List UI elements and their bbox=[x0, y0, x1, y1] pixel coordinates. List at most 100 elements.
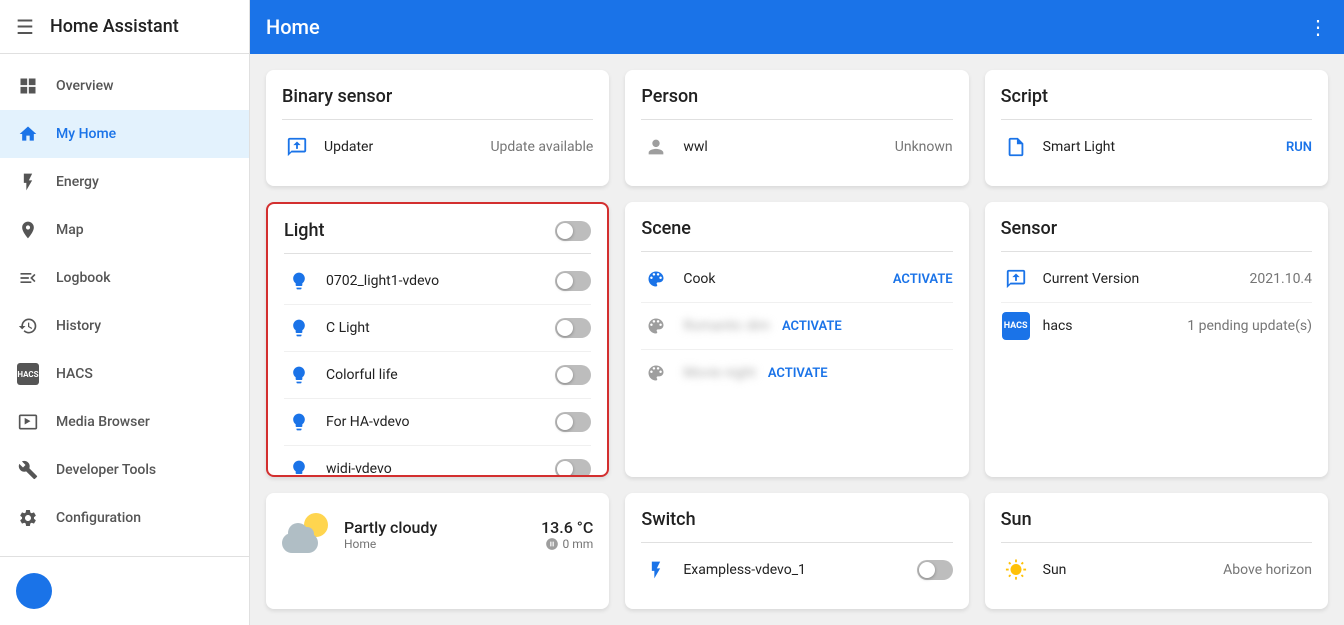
media-icon bbox=[16, 410, 40, 434]
cloud-body bbox=[282, 533, 318, 553]
light-bulb-icon-1 bbox=[284, 313, 314, 343]
user-avatar[interactable] bbox=[16, 573, 52, 609]
scene-activate-1[interactable]: ACTIVATE bbox=[782, 319, 842, 334]
light-item-0702[interactable]: 0702_light1-vdevo bbox=[284, 258, 591, 305]
scene-cook-row[interactable]: Cook ACTIVATE bbox=[641, 256, 952, 303]
scene-cook-label: Cook bbox=[683, 271, 881, 287]
script-card: Script Smart Light RUN bbox=[985, 70, 1328, 186]
sidebar-item-logbook[interactable]: Logbook bbox=[0, 254, 249, 302]
light-title: Light bbox=[284, 220, 325, 241]
switch-card: Switch Exampless-vdevo_1 bbox=[625, 493, 968, 609]
switch-bolt-icon bbox=[641, 555, 671, 585]
light-0702-toggle[interactable] bbox=[555, 271, 591, 291]
energy-label: Energy bbox=[56, 174, 233, 190]
scene-cook-activate[interactable]: ACTIVATE bbox=[893, 272, 953, 287]
config-icon bbox=[16, 506, 40, 530]
sun-title: Sun bbox=[1001, 509, 1312, 530]
config-label: Configuration bbox=[56, 510, 233, 526]
light-forhavdevo-toggle[interactable] bbox=[555, 412, 591, 432]
light-card: Light 0702_light1-vdevo bbox=[266, 202, 609, 477]
topbar: Home ⋮ bbox=[250, 0, 1344, 54]
light-item-colorful[interactable]: Colorful life bbox=[284, 352, 591, 399]
sidebar-item-myhome[interactable]: My Home bbox=[0, 110, 249, 158]
binary-sensor-card: Binary sensor Updater Update available bbox=[266, 70, 609, 186]
scene-title: Scene bbox=[641, 218, 952, 239]
person-wwl-value: Unknown bbox=[895, 139, 953, 155]
sidebar-item-energy[interactable]: Energy bbox=[0, 158, 249, 206]
sidebar-item-history[interactable]: History bbox=[0, 302, 249, 350]
light-forhavdevo-label: For HA-vdevo bbox=[326, 414, 543, 430]
light-bulb-icon-3 bbox=[284, 407, 314, 437]
sun-label: Sun bbox=[1043, 562, 1211, 578]
hacs-nav-icon: HACS bbox=[16, 362, 40, 386]
scene-row-1[interactable]: Romantic dim ACTIVATE bbox=[641, 303, 952, 350]
sensor-hacs-value: 1 pending update(s) bbox=[1187, 318, 1312, 334]
scene-label-1: Romantic dim bbox=[683, 318, 770, 334]
script-icon bbox=[1001, 132, 1031, 162]
topbar-menu-icon[interactable]: ⋮ bbox=[1308, 15, 1328, 39]
scene-activate-2[interactable]: ACTIVATE bbox=[768, 366, 828, 381]
updater-label: Updater bbox=[324, 139, 478, 155]
map-icon bbox=[16, 218, 40, 242]
sidebar-item-media-browser[interactable]: Media Browser bbox=[0, 398, 249, 446]
light-clight-toggle[interactable] bbox=[555, 318, 591, 338]
switch-title: Switch bbox=[641, 509, 952, 530]
light-item-clight[interactable]: C Light bbox=[284, 305, 591, 352]
sensor-version-row[interactable]: Current Version 2021.10.4 bbox=[1001, 256, 1312, 303]
map-label: Map bbox=[56, 222, 233, 238]
sidebar-nav: Overview My Home Energy Map Logbook bbox=[0, 54, 249, 556]
sensor-hacs-label: hacs bbox=[1043, 318, 1176, 334]
light-item-widivdevo[interactable]: widi-vdevo bbox=[284, 446, 591, 477]
sidebar-item-notifications[interactable]: Notifications 1 bbox=[0, 542, 249, 556]
light-bulb-icon-0 bbox=[284, 266, 314, 296]
light-header: Light bbox=[284, 220, 591, 241]
light-widivdevo-toggle[interactable] bbox=[555, 459, 591, 477]
devtools-icon bbox=[16, 458, 40, 482]
sidebar-item-configuration[interactable]: Configuration bbox=[0, 494, 249, 542]
script-run-button[interactable]: RUN bbox=[1286, 140, 1312, 155]
binary-sensor-title: Binary sensor bbox=[282, 86, 593, 107]
person-wwl-label: wwl bbox=[683, 139, 882, 155]
sidebar-item-hacs[interactable]: HACS HACS bbox=[0, 350, 249, 398]
light-colorful-label: Colorful life bbox=[326, 367, 543, 383]
person-icon bbox=[641, 132, 671, 162]
weather-name: Partly cloudy bbox=[344, 518, 529, 537]
weather-icon bbox=[282, 509, 332, 559]
sidebar-item-map[interactable]: Map bbox=[0, 206, 249, 254]
script-smartlight-row[interactable]: Smart Light RUN bbox=[1001, 124, 1312, 170]
switch-example-row[interactable]: Exampless-vdevo_1 bbox=[641, 547, 952, 593]
weather-info: Partly cloudy Home bbox=[344, 518, 529, 551]
sensor-version-label: Current Version bbox=[1043, 271, 1238, 287]
updater-icon bbox=[282, 132, 312, 162]
switch-example-toggle[interactable] bbox=[917, 560, 953, 580]
sidebar-item-overview[interactable]: Overview bbox=[0, 62, 249, 110]
sun-row[interactable]: Sun Above horizon bbox=[1001, 547, 1312, 593]
hacs-square-icon: HACS bbox=[1002, 312, 1030, 340]
sidebar-item-developer-tools[interactable]: Developer Tools bbox=[0, 446, 249, 494]
history-label: History bbox=[56, 318, 233, 334]
page-title: Home bbox=[266, 15, 320, 39]
devtools-label: Developer Tools bbox=[56, 462, 233, 478]
binary-sensor-updater-row[interactable]: Updater Update available bbox=[282, 124, 593, 170]
media-label: Media Browser bbox=[56, 414, 233, 430]
hacs-label: HACS bbox=[56, 366, 233, 382]
person-card: Person wwl Unknown bbox=[625, 70, 968, 186]
sensor-hacs-row[interactable]: HACS hacs 1 pending update(s) bbox=[1001, 303, 1312, 349]
logbook-label: Logbook bbox=[56, 270, 233, 286]
myhome-icon bbox=[16, 122, 40, 146]
main-area: Home ⋮ Binary sensor Updater Update avai… bbox=[250, 0, 1344, 625]
divider-sun bbox=[1001, 542, 1312, 543]
weather-content[interactable]: Partly cloudy Home 13.6 °C 0 mm bbox=[282, 509, 593, 559]
light-item-forhavdevo[interactable]: For HA-vdevo bbox=[284, 399, 591, 446]
weather-location: Home bbox=[344, 537, 529, 551]
person-title: Person bbox=[641, 86, 952, 107]
menu-icon[interactable]: ☰ bbox=[16, 15, 34, 39]
scene-label-2: Movie night bbox=[683, 365, 755, 381]
weather-card: Partly cloudy Home 13.6 °C 0 mm bbox=[266, 493, 609, 609]
scene-row-2[interactable]: Movie night ACTIVATE bbox=[641, 350, 952, 396]
divider-person bbox=[641, 119, 952, 120]
light-colorful-toggle[interactable] bbox=[555, 365, 591, 385]
light-master-toggle[interactable] bbox=[555, 221, 591, 241]
person-wwl-row[interactable]: wwl Unknown bbox=[641, 124, 952, 170]
energy-icon bbox=[16, 170, 40, 194]
